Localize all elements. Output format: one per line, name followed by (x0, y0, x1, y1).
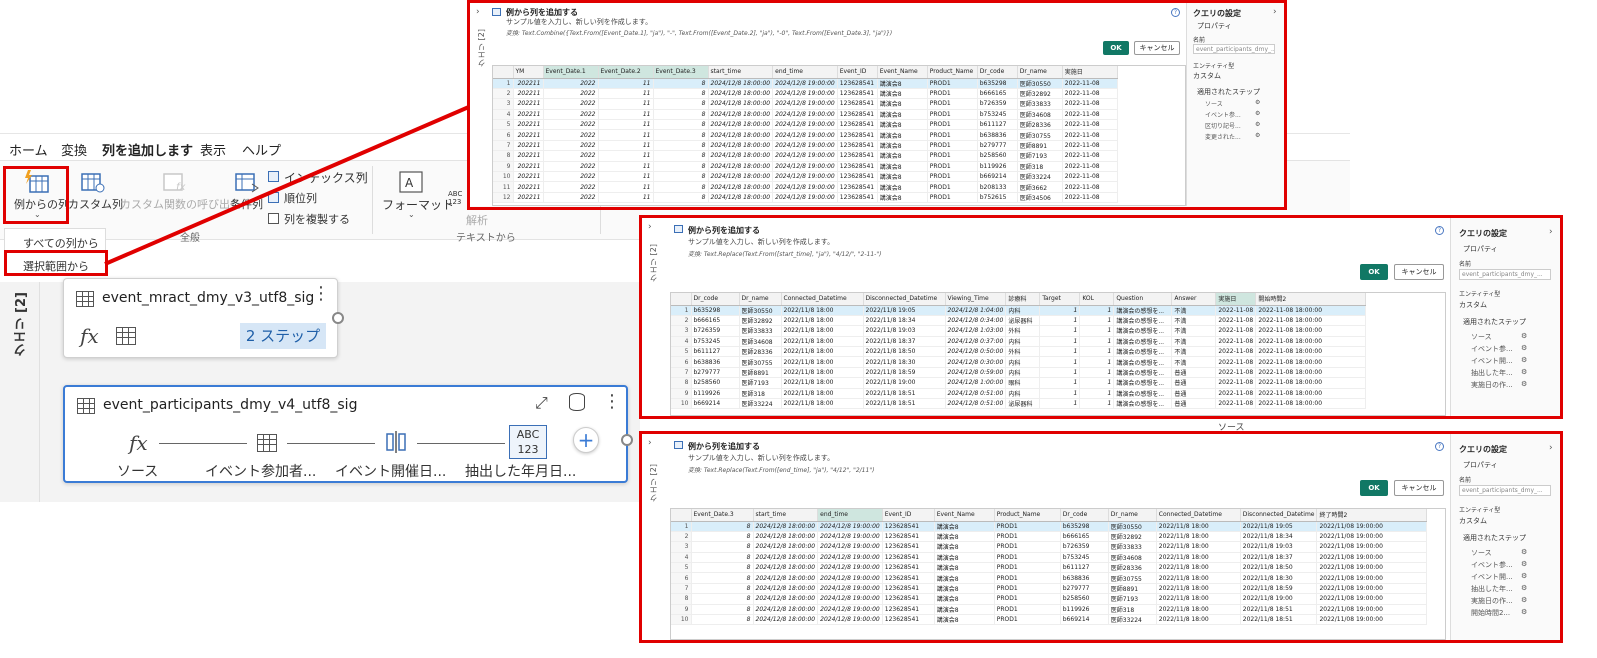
table-icon (76, 291, 94, 307)
step-label-source: ソース (117, 464, 159, 480)
step-connector (417, 443, 505, 444)
table-icon (77, 398, 95, 414)
step-connector (287, 443, 375, 444)
add-step-button[interactable]: + (573, 427, 599, 453)
step-label-extracted-date: 抽出した年月日... (465, 464, 577, 480)
query-card-title: event_mract_dmy_v3_utf8_sig (102, 290, 315, 306)
function-icon: fx (129, 431, 148, 455)
step-label-participants: イベント参加者... (205, 464, 317, 480)
query-card-title: event_participants_dmy_v4_utf8_sig (103, 397, 358, 413)
steps-badge[interactable]: 2 ステップ (240, 323, 326, 349)
abc-123-icon: ABC 123 (509, 425, 547, 459)
table-icon (116, 327, 136, 345)
query-card-mract[interactable]: event_mract_dmy_v3_utf8_sig ⋮ fx 2 ステップ (63, 278, 338, 358)
table-icon (257, 434, 277, 452)
step-label-event-date: イベント開催日... (335, 464, 447, 480)
function-icon: fx (80, 324, 99, 348)
more-options-icon[interactable]: ⋮ (312, 285, 330, 303)
stage: ホーム 変換 列を追加します 表示 ヘルプ 例からの列 ⌄ カスタム列 fx カ… (0, 0, 1597, 658)
refresh-database-icon[interactable] (569, 393, 585, 411)
card-connector-handle[interactable] (621, 434, 633, 446)
step-connector (159, 443, 247, 444)
split-column-icon (386, 431, 406, 453)
queries-pane-label[interactable]: クエリ [2] (12, 292, 31, 356)
highlight-panel-top (467, 0, 1287, 210)
expand-icon[interactable]: ⤢ (535, 393, 548, 413)
highlight-panel-mid (639, 215, 1563, 419)
more-options-icon[interactable]: ⋮ (603, 393, 621, 411)
query-card-participants[interactable]: event_participants_dmy_v4_utf8_sig ⤢ ⋮ f… (63, 385, 628, 483)
card-connector-handle[interactable] (332, 312, 344, 324)
highlight-panel-bot (639, 431, 1563, 643)
